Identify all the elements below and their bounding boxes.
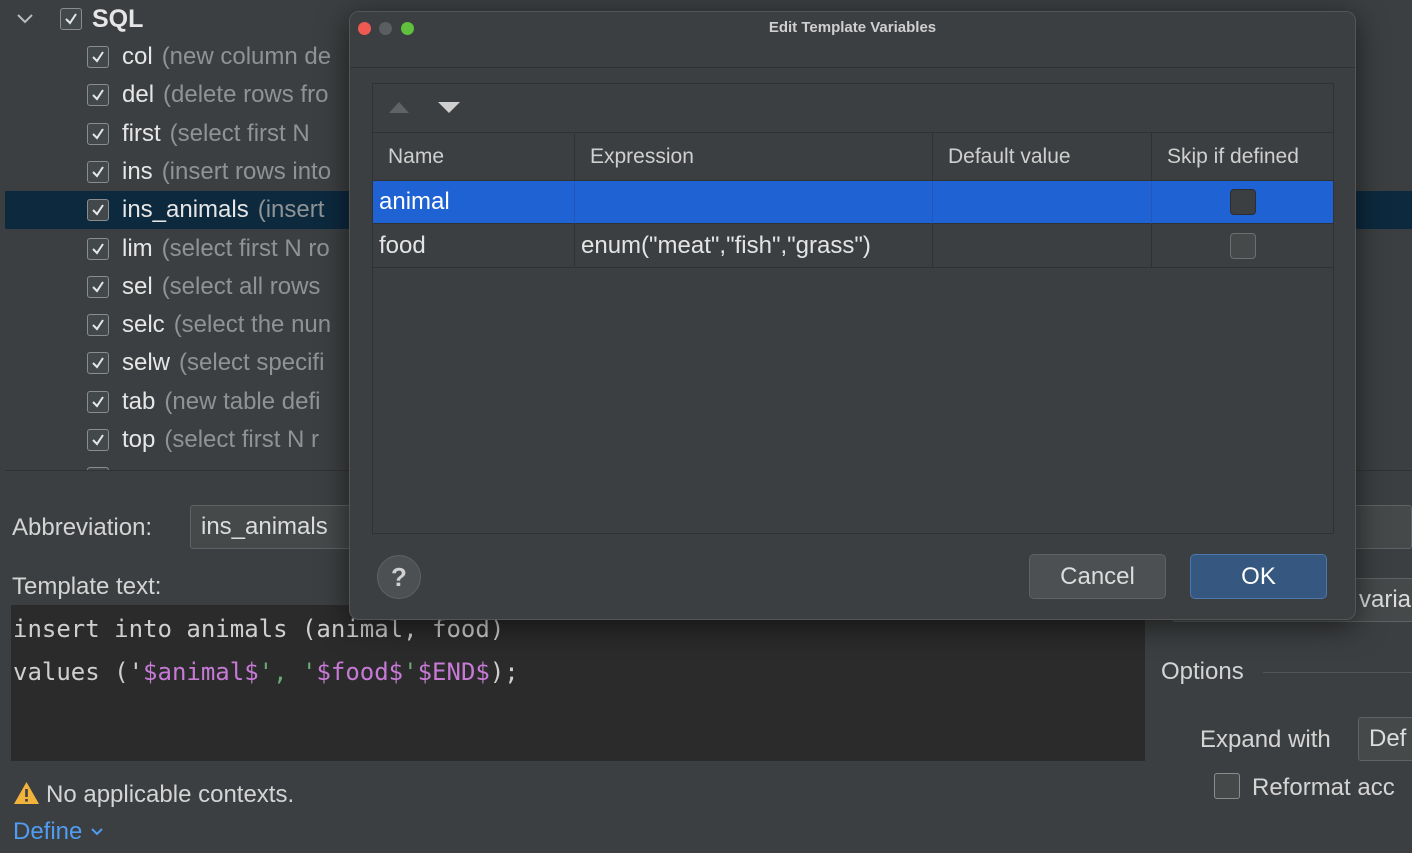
define-label: Define	[13, 818, 83, 845]
checkmark-icon	[92, 434, 104, 446]
item-description: (select specifi	[179, 349, 325, 377]
move-up-icon[interactable]	[388, 100, 410, 114]
warning-text: No applicable contexts.	[46, 781, 295, 808]
options-heading: Options	[1161, 658, 1244, 685]
item-checkbox[interactable]	[87, 199, 109, 222]
abbreviation-value: ins_animals	[201, 513, 328, 540]
dialog-title: Edit Template Variables	[768, 19, 937, 36]
expand-with-label: Expand with	[1200, 726, 1331, 753]
item-name: ins_animals	[122, 196, 249, 224]
checkmark-icon	[92, 242, 104, 255]
cell-expression[interactable]: enum("meat","fish","grass")	[575, 224, 933, 268]
reformat-checkbox[interactable]	[1214, 773, 1240, 799]
item-name: col	[122, 43, 153, 70]
variable-food: $food$	[316, 658, 404, 686]
checkmark-icon	[92, 357, 104, 369]
item-name: selc	[122, 311, 165, 339]
cell-default-value[interactable]	[933, 224, 1152, 268]
item-description: (select the nun	[173, 311, 332, 339]
item-name: lim	[122, 234, 153, 262]
abbreviation-label: Abbreviation:	[12, 514, 153, 541]
group-label: SQL	[92, 4, 144, 33]
item-description: (delete rows fro	[163, 81, 329, 109]
item-checkbox[interactable]	[87, 275, 109, 298]
item-checkbox[interactable]	[87, 314, 109, 337]
item-checkbox[interactable]	[87, 429, 109, 451]
item-name: ins	[122, 157, 153, 185]
checkmark-icon	[92, 204, 104, 216]
checkmark-icon	[65, 13, 77, 25]
chevron-down-icon	[91, 828, 104, 836]
skip-if-defined-checkbox[interactable]	[1229, 232, 1256, 259]
move-down-icon[interactable]	[437, 101, 461, 115]
warning-icon	[14, 782, 39, 804]
item-name: first	[122, 119, 161, 147]
cell-skip-if-defined	[1152, 181, 1333, 224]
checkmark-icon	[92, 51, 104, 63]
item-description: (new table defi	[164, 387, 321, 415]
item-name: sel	[122, 272, 153, 300]
item-checkbox[interactable]	[87, 352, 109, 375]
cell-name[interactable]: animal	[373, 181, 575, 224]
item-description: (new column de	[161, 43, 332, 70]
column-header-expression[interactable]: Expression	[575, 133, 933, 181]
item-checkbox[interactable]	[87, 237, 109, 260]
checkmark-icon	[92, 281, 104, 293]
item-name: tab	[122, 387, 156, 415]
checkmark-icon	[92, 166, 104, 178]
checkmark-icon	[90, 470, 106, 471]
item-checkbox[interactable]	[87, 84, 109, 107]
expand-with-value: Def	[1369, 725, 1407, 752]
item-name: selw	[122, 349, 171, 377]
variables-toolbar	[373, 84, 1333, 133]
define-link[interactable]: Define	[13, 818, 104, 846]
edit-template-variables-dialog: Edit Template Variables Name Expression …	[349, 11, 1356, 620]
edit-variables-label: varia	[1359, 586, 1412, 613]
checkmark-icon	[92, 319, 104, 331]
checkmark-icon	[92, 396, 104, 408]
column-header-skip-if-defined[interactable]: Skip if defined	[1152, 133, 1333, 181]
chevron-down-icon[interactable]	[15, 9, 35, 29]
variable-animal: $animal$	[143, 658, 259, 686]
variables-panel: Name Expression Default value Skip if de…	[372, 83, 1334, 534]
item-description: (insert rows into	[161, 157, 332, 185]
column-header-name[interactable]: Name	[373, 133, 575, 181]
group-checkbox[interactable]	[60, 8, 82, 30]
cancel-button[interactable]: Cancel	[1029, 554, 1166, 599]
reformat-label: Reformat acc	[1252, 774, 1395, 801]
item-checkbox[interactable]	[87, 122, 109, 145]
template-line-2: values ('$animal$', '$food$'$END$);	[13, 658, 519, 686]
item-description: (select first N ro	[161, 234, 330, 262]
item-checkbox	[87, 467, 109, 471]
checkmark-icon	[92, 89, 104, 101]
variable-end: $END$	[417, 658, 490, 686]
item-name: top	[122, 426, 156, 453]
item-description: (insert	[257, 196, 325, 224]
options-divider	[1263, 672, 1412, 673]
cell-expression[interactable]	[575, 181, 933, 224]
item-description: (select all rows	[161, 272, 321, 300]
help-button[interactable]: ?	[377, 555, 421, 599]
column-header-default-value[interactable]: Default value	[933, 133, 1152, 181]
table-row[interactable]: animal	[373, 181, 1333, 224]
item-name: del	[122, 81, 155, 109]
expand-with-select[interactable]: Def	[1358, 717, 1412, 761]
cell-name[interactable]: food	[373, 224, 575, 268]
item-checkbox[interactable]	[87, 390, 109, 413]
item-description: (select first N	[169, 119, 310, 147]
ok-button[interactable]: OK	[1190, 554, 1327, 599]
checkmark-icon	[92, 128, 104, 140]
item-checkbox[interactable]	[87, 160, 109, 183]
table-row[interactable]: food enum("meat","fish","grass")	[373, 224, 1333, 268]
cell-skip-if-defined	[1152, 224, 1333, 268]
item-description: (select first N r	[164, 426, 320, 453]
template-text-editor[interactable]: insert into animals (animal, food) value…	[11, 605, 1145, 761]
item-checkbox[interactable]	[87, 46, 109, 68]
skip-if-defined-checkbox[interactable]	[1229, 189, 1256, 215]
dialog-titlebar: Edit Template Variables	[350, 12, 1355, 68]
template-text-label: Template text:	[12, 573, 162, 600]
cell-default-value[interactable]	[933, 181, 1152, 224]
